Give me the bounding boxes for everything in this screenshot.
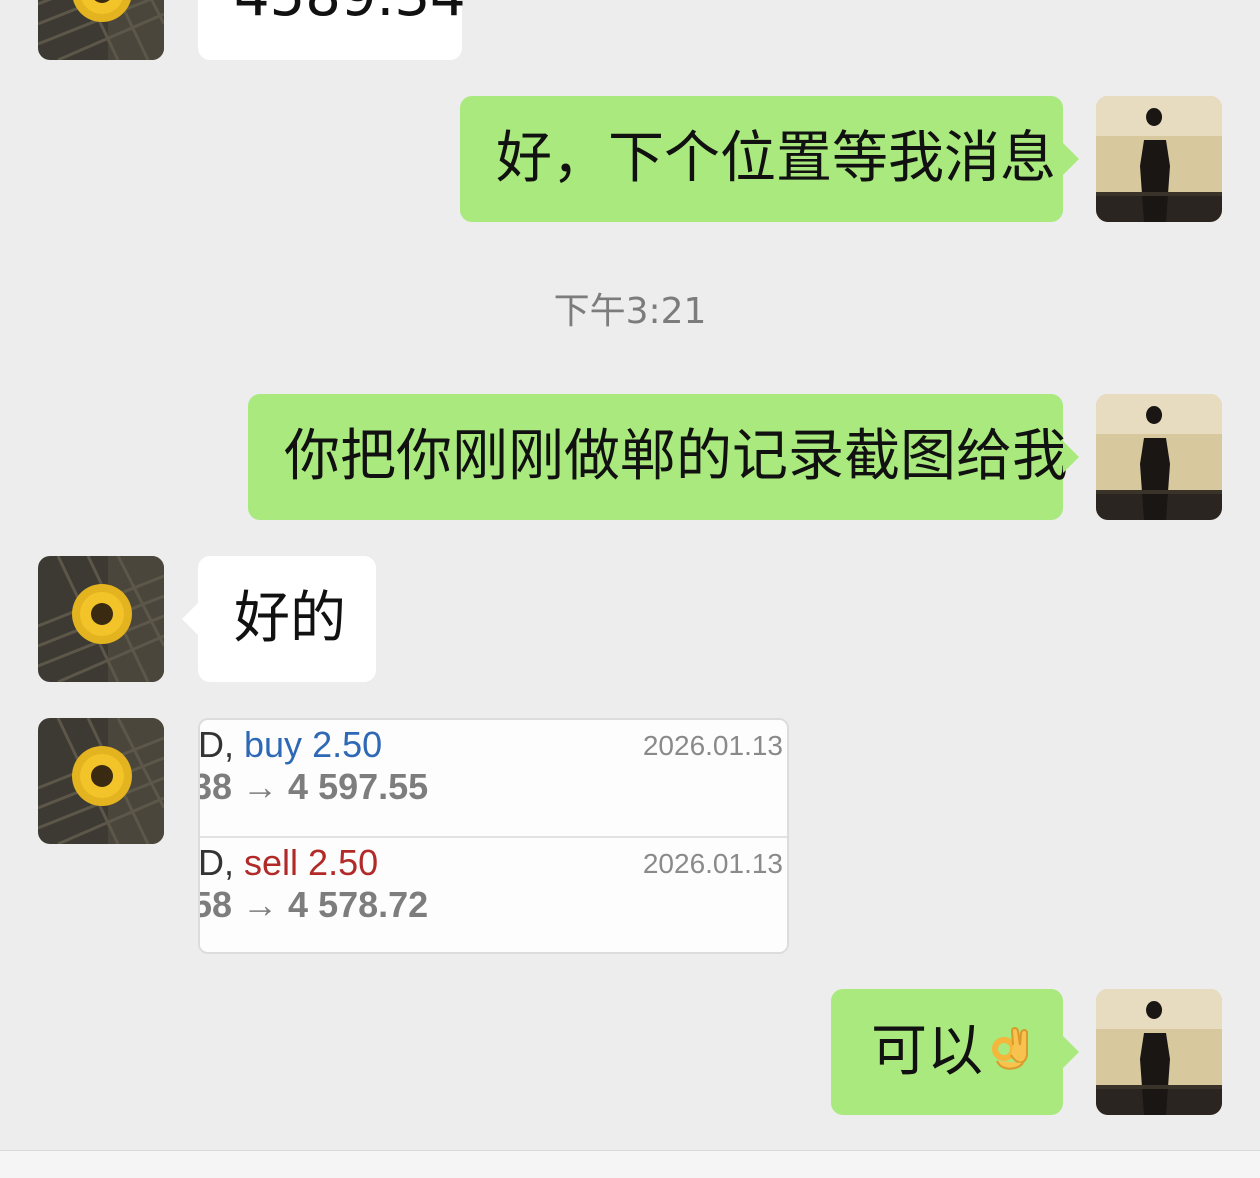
trade-symbol: D, <box>198 724 245 765</box>
message-text: 可以 <box>871 1019 983 1084</box>
message-text: 好的 <box>234 586 346 651</box>
trade-row: D, sell 2.50 2026.01.13 58 → 4 578.72 <box>198 838 787 952</box>
trade-prices: 38 → 4 597.55 <box>198 766 429 807</box>
trade-date: 2026.01.13 <box>642 848 783 879</box>
message-bubble-incoming[interactable]: 好的 <box>182 556 376 682</box>
input-bar[interactable] <box>0 1150 1260 1178</box>
silhouette-icon <box>1096 96 1222 222</box>
contact-avatar[interactable] <box>38 0 164 60</box>
contact-avatar[interactable] <box>38 718 164 844</box>
message-text: 你把你刚刚做郸的记录截图给我 <box>284 424 1068 489</box>
silhouette-icon <box>1096 989 1222 1115</box>
trade-symbol: D, <box>198 842 245 883</box>
message-bubble-outgoing[interactable]: 好，下个位置等我消息 <box>460 96 1079 222</box>
trade-date: 2026.01.13 <box>642 730 783 761</box>
self-avatar[interactable] <box>1096 394 1222 520</box>
timestamp: 下午3:21 <box>553 291 707 332</box>
contact-avatar[interactable] <box>38 556 164 682</box>
silhouette-icon <box>1096 394 1222 520</box>
trade-header: D, sell 2.50 <box>198 842 379 884</box>
sunflower-icon <box>38 718 164 844</box>
sunflower-icon <box>38 0 164 60</box>
sunflower-icon <box>38 556 164 682</box>
message-bubble-outgoing[interactable]: 你把你刚刚做郸的记录截图给我 <box>248 394 1079 520</box>
trade-row: D, buy 2.50 2026.01.13 38 → 4 597.55 <box>200 720 787 838</box>
trade-prices: 58 → 4 578.72 <box>198 884 429 925</box>
ok-hand-icon <box>987 992 1031 1118</box>
message-text: 4589.34 <box>234 0 466 29</box>
image-message-trade-records[interactable]: D, buy 2.50 2026.01.13 38 → 4 597.55 D, … <box>198 718 789 954</box>
message-bubble-incoming[interactable]: 4589.34 <box>198 0 466 60</box>
self-avatar[interactable] <box>1096 96 1222 222</box>
message-text: 好，下个位置等我消息 <box>496 126 1056 191</box>
trade-side: sell 2.50 <box>244 842 379 883</box>
message-bubble-outgoing[interactable]: 可以 <box>831 989 1079 1118</box>
trade-header: D, buy 2.50 <box>198 724 383 766</box>
trade-side: buy 2.50 <box>244 724 383 765</box>
self-avatar[interactable] <box>1096 989 1222 1115</box>
